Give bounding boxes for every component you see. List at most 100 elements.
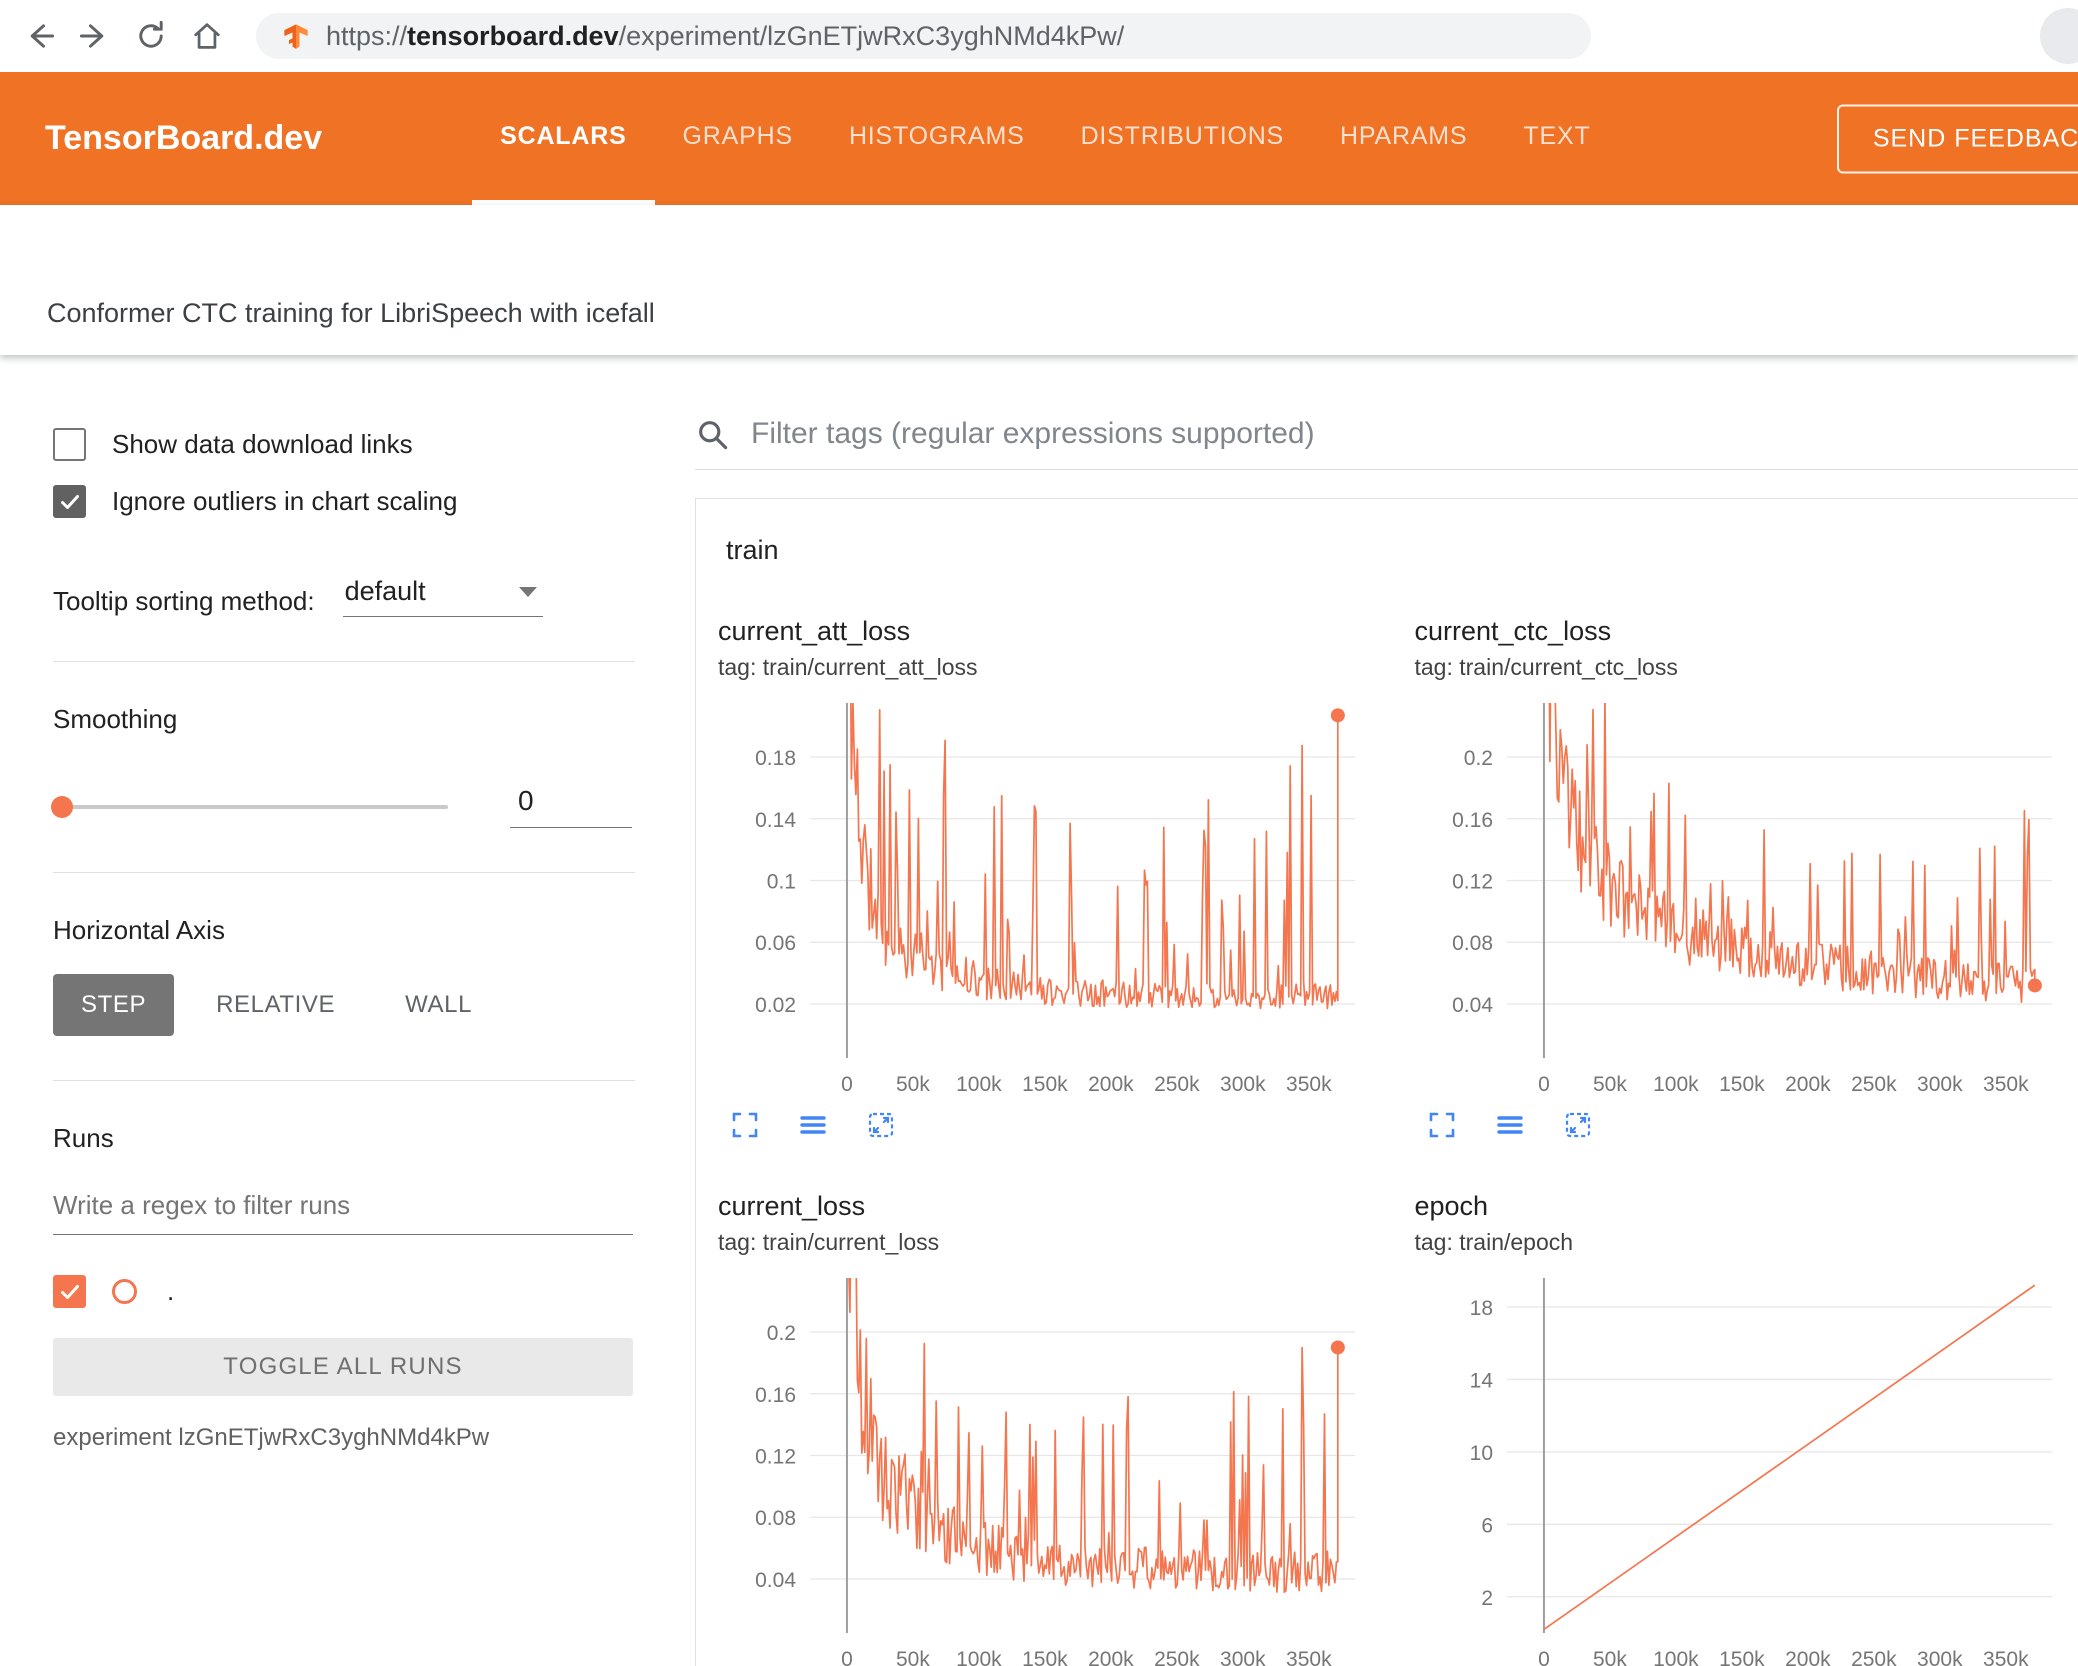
url-bar[interactable]: https://tensorboard.dev/experiment/lzGnE… xyxy=(256,13,1591,59)
svg-text:200k: 200k xyxy=(1088,1073,1134,1096)
ignore-outliers-checkbox[interactable] xyxy=(53,485,86,518)
chevron-down-icon xyxy=(518,586,537,597)
smoothing-value[interactable]: 0 xyxy=(510,785,632,828)
chart-toolbar xyxy=(1415,1110,2078,1143)
svg-text:250k: 250k xyxy=(1154,1648,1200,1666)
svg-text:0: 0 xyxy=(1538,1073,1550,1096)
experiment-title-bar: Conformer CTC training for LibriSpeech w… xyxy=(0,205,2078,355)
svg-text:350k: 350k xyxy=(1286,1648,1332,1666)
svg-text:100k: 100k xyxy=(1653,1073,1699,1096)
tab-scalars[interactable]: SCALARS xyxy=(472,72,655,205)
svg-text:0.02: 0.02 xyxy=(755,994,796,1017)
tensorboard-favicon-icon xyxy=(282,22,310,50)
svg-text:200k: 200k xyxy=(1785,1648,1831,1666)
svg-text:0.04: 0.04 xyxy=(1452,994,1493,1017)
chart-title: current_att_loss xyxy=(718,616,911,646)
tooltip-sort-value: default xyxy=(344,576,426,606)
tab-distributions[interactable]: DISTRIBUTIONS xyxy=(1053,72,1312,205)
toggle-y-axis-icon[interactable] xyxy=(1495,1110,1525,1143)
horizontal-axis-label: Horizontal Axis xyxy=(53,915,225,945)
reload-icon[interactable] xyxy=(128,13,174,59)
settings-sidebar: Show data download links Ignore outliers… xyxy=(0,355,645,1666)
sidebar-divider xyxy=(53,872,635,873)
sidebar-divider xyxy=(53,1080,635,1081)
run-visibility-checkbox[interactable] xyxy=(53,1275,86,1308)
smoothing-slider[interactable] xyxy=(51,795,448,818)
run-row: . xyxy=(53,1275,645,1308)
tooltip-sort-dropdown[interactable]: default xyxy=(342,576,543,617)
charts-grid: current_att_loss tag: train/current_att_… xyxy=(696,566,2078,1666)
svg-text:350k: 350k xyxy=(1286,1073,1332,1096)
svg-text:0.2: 0.2 xyxy=(767,1322,796,1345)
smoothing-label: Smoothing xyxy=(53,704,178,734)
line-chart-current-loss[interactable]: 0.04 0.08 0.12 0.16 0.2 0 50k 100k 150k 200k 250k 3… xyxy=(718,1272,1373,1666)
svg-text:100k: 100k xyxy=(956,1073,1002,1096)
svg-text:150k: 150k xyxy=(1022,1648,1068,1666)
run-color-swatch-icon[interactable] xyxy=(112,1279,137,1304)
svg-text:200k: 200k xyxy=(1785,1073,1831,1096)
axis-wall-button[interactable]: WALL xyxy=(377,974,500,1036)
toggle-y-axis-icon[interactable] xyxy=(798,1110,828,1143)
experiment-id-caption: experiment lzGnETjwRxC3yghNMd4kPw xyxy=(53,1424,490,1451)
axis-relative-button[interactable]: RELATIVE xyxy=(188,974,363,1036)
svg-text:250k: 250k xyxy=(1851,1648,1897,1666)
home-icon[interactable] xyxy=(184,13,230,59)
tab-hparams[interactable]: HPARAMS xyxy=(1312,72,1495,205)
svg-text:0.1: 0.1 xyxy=(767,871,796,894)
back-icon[interactable] xyxy=(16,13,62,59)
svg-text:100k: 100k xyxy=(1653,1648,1699,1666)
svg-text:200k: 200k xyxy=(1088,1648,1134,1666)
tab-graphs[interactable]: GRAPHS xyxy=(655,72,821,205)
runs-label: Runs xyxy=(53,1123,114,1153)
line-chart-epoch[interactable]: 2 6 10 14 18 0 50k 100k 150k 200k 250k 300k 350k xyxy=(1415,1272,2070,1666)
browser-toolbar: https://tensorboard.dev/experiment/lzGnE… xyxy=(0,0,2078,72)
train-section-card: train current_att_loss tag: train/curren… xyxy=(695,498,2078,1666)
expand-chart-icon[interactable] xyxy=(1427,1110,1457,1143)
chart-tag: tag: train/epoch xyxy=(1414,1229,1574,1255)
svg-text:150k: 150k xyxy=(1719,1648,1765,1666)
experiment-title: Conformer CTC training for LibriSpeech w… xyxy=(47,298,655,328)
runs-filter-input[interactable]: Write a regex to filter runs xyxy=(53,1190,633,1235)
app-logo: TensorBoard.dev xyxy=(45,119,323,157)
tooltip-sort-label: Tooltip sorting method: xyxy=(53,586,315,616)
svg-text:0.16: 0.16 xyxy=(1452,809,1493,832)
expand-chart-icon[interactable] xyxy=(730,1110,760,1143)
svg-text:18: 18 xyxy=(1469,1297,1492,1320)
tab-histograms[interactable]: HISTOGRAMS xyxy=(821,72,1053,205)
svg-text:0.16: 0.16 xyxy=(755,1384,796,1407)
fit-domain-icon[interactable] xyxy=(866,1110,896,1143)
ignore-outliers-label: Ignore outliers in chart scaling xyxy=(112,486,458,516)
svg-text:0.06: 0.06 xyxy=(755,932,796,955)
chart-tag: tag: train/current_loss xyxy=(718,1229,940,1255)
show-download-links-checkbox[interactable] xyxy=(53,428,86,461)
toggle-all-runs-button[interactable]: TOGGLE ALL RUNS xyxy=(53,1338,633,1396)
runs-filter-placeholder: Write a regex to filter runs xyxy=(53,1190,351,1220)
url-text: https://tensorboard.dev/experiment/lzGnE… xyxy=(326,20,1125,51)
svg-text:250k: 250k xyxy=(1851,1073,1897,1096)
profile-avatar[interactable] xyxy=(2040,8,2078,64)
svg-text:50k: 50k xyxy=(896,1648,930,1666)
scalars-main: Filter tags (regular expressions support… xyxy=(645,355,2078,1666)
forward-icon[interactable] xyxy=(72,13,118,59)
line-chart-current-ctc-loss[interactable]: 0.04 0.08 0.12 0.16 0.2 0 50k 100k 150k 200k 250k 3… xyxy=(1415,697,2070,1102)
axis-step-button[interactable]: STEP xyxy=(53,974,175,1036)
slider-thumb[interactable] xyxy=(51,795,73,818)
chart-title: epoch xyxy=(1414,1191,1489,1221)
filter-tags-input[interactable]: Filter tags (regular expressions support… xyxy=(695,417,2078,470)
sidebar-divider xyxy=(53,661,635,662)
tab-text[interactable]: TEXT xyxy=(1495,72,1618,205)
svg-text:14: 14 xyxy=(1469,1369,1493,1392)
svg-text:50k: 50k xyxy=(1593,1648,1627,1666)
svg-text:250k: 250k xyxy=(1154,1073,1200,1096)
svg-text:6: 6 xyxy=(1481,1514,1493,1537)
svg-text:0.04: 0.04 xyxy=(755,1569,796,1592)
chart-cell-current-loss: current_loss tag: train/current_loss 0.0… xyxy=(718,1191,1385,1666)
fit-domain-icon[interactable] xyxy=(1563,1110,1593,1143)
filter-tags-placeholder: Filter tags (regular expressions support… xyxy=(751,417,1315,450)
line-chart-current-att-loss[interactable]: 0.02 0.06 0.1 0.14 0.18 0 50k 100k 150k 200k 250k 3… xyxy=(718,697,1373,1102)
run-name: . xyxy=(167,1276,175,1306)
send-feedback-button[interactable]: SEND FEEDBACK xyxy=(1836,104,2078,173)
show-download-links-label: Show data download links xyxy=(112,429,413,459)
svg-text:50k: 50k xyxy=(896,1073,930,1096)
svg-text:300k: 300k xyxy=(1220,1073,1266,1096)
